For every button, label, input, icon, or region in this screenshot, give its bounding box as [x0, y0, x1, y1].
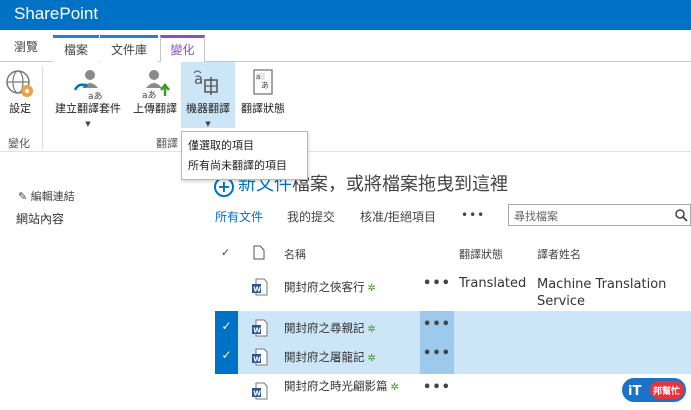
translation-status-button[interactable]: a あ 翻譯狀態	[236, 64, 290, 116]
group-label-translate: 翻譯	[156, 137, 178, 150]
app-title[interactable]: SharePoint	[14, 2, 98, 26]
person-upload-icon: aあ	[139, 68, 171, 101]
svg-text:iT: iT	[628, 384, 641, 399]
ithome-watermark-logo: iT 邦幫忙	[622, 378, 686, 402]
row-actions-button[interactable]: •••	[420, 374, 454, 408]
globe-gear-icon	[4, 68, 36, 100]
row-check[interactable]	[215, 270, 238, 304]
svg-text:W: W	[253, 356, 261, 364]
edit-links-label: 編輯連結	[30, 190, 75, 203]
more-views-button[interactable]: •••	[461, 208, 485, 222]
translation-state: Translated	[459, 276, 527, 291]
view-approve-reject[interactable]: 核准/拒絕項目	[360, 208, 436, 225]
pencil-icon: ✎	[18, 190, 31, 203]
search-input[interactable]	[514, 206, 664, 227]
word-document-icon: W	[252, 319, 268, 337]
svg-text:aあ: aあ	[142, 90, 157, 100]
svg-text:aあ: aあ	[88, 91, 103, 100]
table-row[interactable]: W 開封府之俠客行 ✲ ••• Translated Machine Transl…	[215, 270, 691, 309]
site-contents-link[interactable]: 網站內容	[16, 210, 64, 227]
create-translation-package-label: 建立翻譯套件	[55, 102, 121, 115]
word-document-icon: W	[252, 348, 268, 366]
row-actions-button[interactable]: •••	[420, 340, 454, 374]
file-name[interactable]: 開封府之尋親記 ✲	[284, 320, 420, 338]
drop-hint: 檔案，或將檔案拖曳到這裡	[292, 174, 508, 195]
person-translate-icon: aあ	[72, 68, 104, 102]
svg-text:邦幫忙: 邦幫忙	[653, 385, 680, 397]
tab-files[interactable]: 檔案	[53, 35, 99, 62]
row-check[interactable]	[215, 374, 238, 410]
row-actions-button[interactable]: •••	[420, 270, 454, 304]
tab-translate[interactable]: 變化	[160, 35, 205, 64]
menu-item-selected-only[interactable]: 僅選取的項目	[182, 136, 307, 156]
file-name[interactable]: 開封府之時光翩影篇 ✲	[284, 378, 404, 396]
svg-text:W: W	[253, 327, 261, 335]
search-icon[interactable]	[674, 208, 688, 222]
settings-label: 設定	[9, 102, 31, 115]
file-type-header-icon	[253, 245, 265, 260]
svg-text:a: a	[256, 73, 260, 81]
upload-translation-button[interactable]: aあ 上傳翻譯	[128, 64, 182, 116]
file-name[interactable]: 開封府之屠龍記 ✲	[284, 349, 420, 367]
view-all-documents[interactable]: 所有文件	[215, 208, 263, 225]
group-divider	[42, 66, 43, 150]
select-all-check[interactable]: ✓	[221, 246, 230, 259]
new-item-icon: ✲	[367, 324, 376, 335]
menu-item-all-untranslated[interactable]: 所有尚未翻譯的項目	[182, 156, 307, 176]
suite-bar: SharePoint	[0, 0, 691, 30]
ribbon-tabs: 瀏覽 檔案 文件庫 變化	[0, 30, 691, 64]
column-translator[interactable]: 譯者姓名	[537, 246, 581, 262]
search-box	[508, 204, 691, 227]
translation-status-label: 翻譯狀態	[241, 102, 285, 115]
edit-links[interactable]: ✎ 編輯連結	[18, 188, 75, 204]
chevron-down-icon: ▼	[205, 120, 211, 128]
word-document-icon: W	[252, 278, 268, 296]
svg-text:W: W	[253, 390, 261, 398]
svg-text:あ: あ	[261, 81, 269, 90]
file-name[interactable]: 開封府之俠客行 ✲	[284, 279, 420, 297]
view-my-submissions[interactable]: 我的提交	[287, 208, 335, 225]
new-item-icon: ✲	[367, 283, 376, 294]
tab-browse[interactable]: 瀏覽	[6, 35, 46, 62]
table-row[interactable]: ✓ W 開封府之屠龍記 ✲ •••	[215, 340, 691, 374]
translator-name: Machine Translation Service	[537, 277, 667, 309]
upload-translation-label: 上傳翻譯	[133, 102, 177, 115]
document-translate-icon: a あ	[247, 68, 279, 100]
column-name[interactable]: 名稱	[284, 246, 306, 262]
group-label-change: 變化	[8, 137, 30, 150]
list-header: ✓ 名稱 翻譯狀態 譯者姓名	[215, 240, 691, 270]
machine-translation-button[interactable]: a 機器翻譯 ▼	[181, 62, 235, 128]
new-item-icon: ✲	[367, 353, 376, 364]
settings-button[interactable]: 設定	[2, 64, 38, 116]
column-translation-state[interactable]: 翻譯狀態	[459, 246, 503, 262]
svg-text:W: W	[253, 286, 261, 294]
svg-text:a: a	[194, 70, 203, 88]
machine-translation-menu: 僅選取的項目 所有尚未翻譯的項目	[181, 131, 308, 180]
chevron-down-icon: ▼	[85, 120, 91, 128]
tab-library[interactable]: 文件庫	[100, 35, 158, 62]
create-translation-package-button[interactable]: aあ 建立翻譯套件 ▼	[48, 64, 128, 128]
word-document-icon: W	[252, 382, 268, 400]
translate-icon: a	[192, 68, 224, 100]
ribbon: 設定 aあ 建立翻譯套件 ▼ aあ 上傳翻譯 a 機器翻譯 ▼ a あ 翻譯狀態…	[0, 62, 691, 152]
new-item-icon: ✲	[390, 382, 399, 393]
row-check[interactable]: ✓	[215, 340, 238, 374]
plus-icon[interactable]: +	[214, 177, 234, 197]
machine-translation-label: 機器翻譯	[186, 102, 230, 115]
